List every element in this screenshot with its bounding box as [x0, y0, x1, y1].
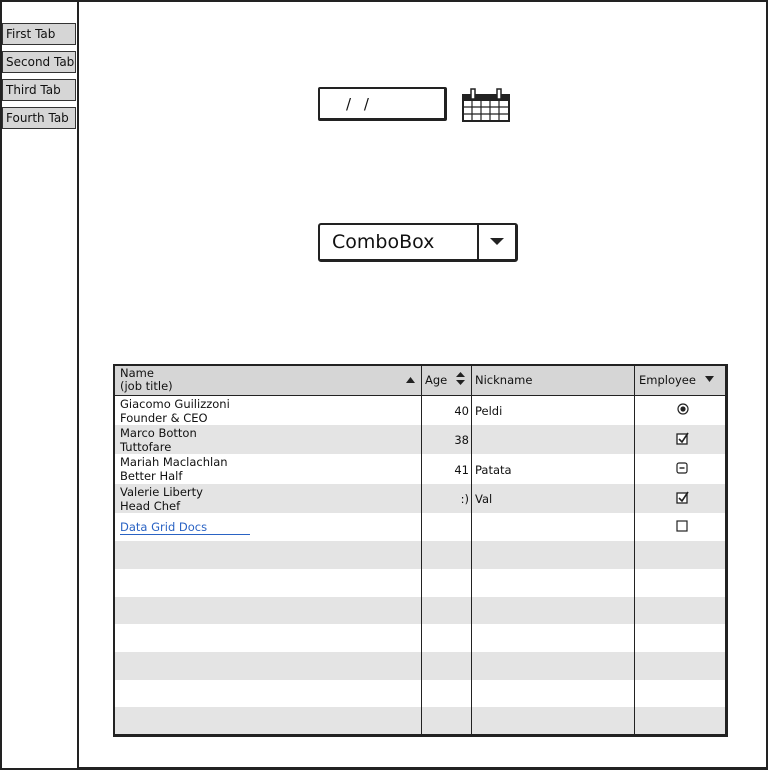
row-job-title: Better Half — [120, 469, 183, 483]
column-header-age[interactable]: Age — [424, 366, 472, 394]
column-divider — [471, 366, 472, 734]
sort-descending-icon — [705, 376, 714, 382]
data-grid: Name (job title) Age Nickname Employee G… — [113, 364, 728, 737]
chevron-down-icon — [490, 238, 504, 245]
row-job-title: Tuttofare — [120, 440, 172, 454]
column-header-nickname-label: Nickname — [475, 373, 533, 387]
row-job-title: Head Chef — [120, 499, 181, 513]
combobox[interactable]: ComboBox — [318, 223, 518, 262]
row-nickname: Peldi — [475, 404, 503, 418]
tab-sidebar: First Tab Second Tab Third Tab Fourth Ta… — [0, 0, 79, 770]
row-age: 38 — [454, 433, 469, 447]
row-name: Marco Botton — [120, 426, 197, 440]
tab-third[interactable]: Third Tab — [2, 79, 76, 101]
column-divider — [634, 366, 635, 734]
checkbox[interactable] — [635, 520, 725, 536]
calendar-icon[interactable] — [461, 87, 511, 123]
sort-ascending-icon — [406, 377, 415, 383]
row-name: Valerie Liberty — [120, 485, 203, 499]
row-age: 41 — [454, 463, 469, 477]
column-header-employee-label: Employee — [639, 373, 696, 387]
column-divider — [421, 366, 422, 734]
radio-button[interactable] — [635, 403, 725, 418]
row-name: Mariah Maclachlan — [120, 455, 228, 469]
combobox-value: ComboBox — [332, 231, 435, 253]
date-input[interactable]: / / — [318, 87, 447, 121]
column-header-name[interactable]: Name (job title) — [120, 366, 420, 394]
sort-both-icon — [456, 372, 465, 385]
row-age: 40 — [454, 404, 469, 418]
tab-second[interactable]: Second Tab — [2, 51, 76, 73]
column-header-employee[interactable]: Employee — [637, 366, 725, 394]
data-grid-docs-link[interactable]: Data Grid Docs — [120, 520, 207, 534]
row-nickname: Val — [475, 492, 493, 506]
row-age: :) — [460, 492, 469, 506]
row-job-title: Founder & CEO — [120, 411, 208, 425]
checkbox[interactable] — [635, 462, 725, 478]
column-header-jobtitle-label: (job title) — [120, 379, 173, 393]
column-header-age-label: Age — [425, 373, 448, 387]
checkbox[interactable] — [635, 432, 725, 448]
checkbox[interactable] — [635, 491, 725, 507]
tab-fourth[interactable]: Fourth Tab — [2, 107, 76, 129]
row-nickname: Patata — [475, 463, 512, 477]
row-name: Giacomo Guilizzoni — [120, 397, 230, 411]
combobox-dropdown-button[interactable] — [477, 225, 515, 259]
tab-first[interactable]: First Tab — [2, 23, 76, 45]
column-header-nickname[interactable]: Nickname — [475, 366, 635, 394]
